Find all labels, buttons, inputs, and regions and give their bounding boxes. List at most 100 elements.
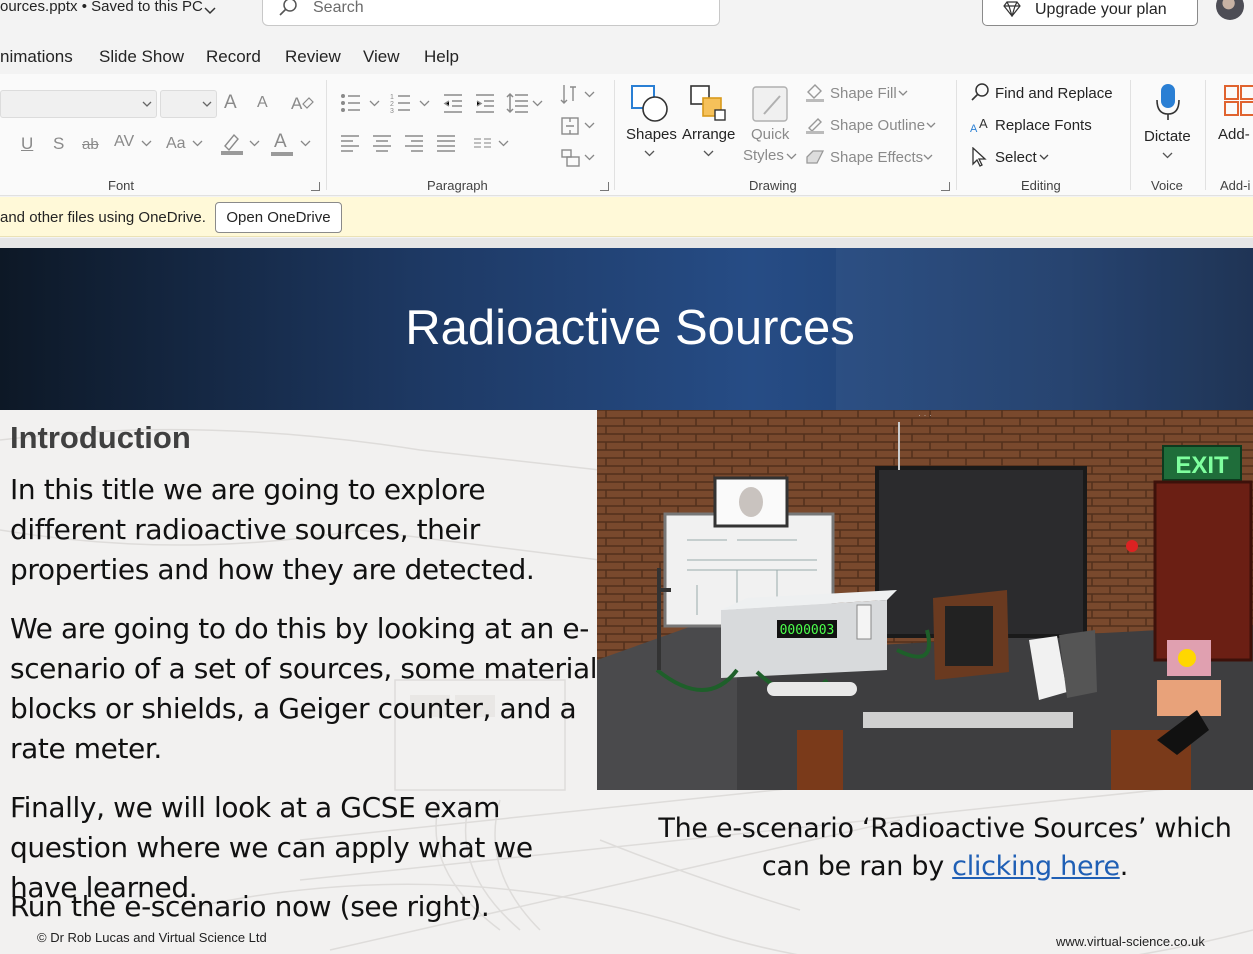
add-ins-button[interactable]: Add- (1212, 80, 1253, 170)
smartart-icon[interactable] (560, 147, 598, 174)
e-scenario-image[interactable]: EXIT 0000003 · · · (597, 410, 1253, 790)
align-center-icon[interactable] (372, 134, 392, 157)
search-placeholder: Search (313, 0, 364, 16)
align-right-icon[interactable] (404, 134, 424, 157)
group-label-editing: Editing (1021, 178, 1061, 193)
onedrive-info-bar: and other files using OneDrive. Open One… (0, 197, 1253, 237)
tab-animations[interactable]: nimations (0, 47, 73, 67)
slide-canvas[interactable]: Radioactive Sources Introduction In this… (0, 248, 1253, 954)
align-text-icon[interactable] (560, 115, 598, 142)
shadow-button[interactable]: S (53, 134, 64, 154)
shape-outline-label: Shape Outline (830, 117, 926, 134)
replace-fonts-label: Replace Fonts (995, 117, 1092, 134)
quick-styles-label-line1: Quick (751, 126, 790, 143)
arrange-button[interactable]: Arrange (682, 80, 738, 170)
underline-button[interactable]: U (21, 134, 33, 154)
svg-text:2: 2 (390, 101, 394, 108)
tab-record[interactable]: Record (206, 47, 261, 67)
find-replace-button[interactable]: Find and Replace (970, 82, 1120, 106)
quick-styles-label-line2: Styles (743, 147, 784, 164)
font-color-bar (271, 152, 293, 156)
find-icon (970, 82, 990, 107)
dictate-button[interactable]: Dictate (1140, 80, 1196, 170)
increase-indent-icon[interactable] (474, 92, 496, 119)
info-bar-message: and other files using OneDrive. (0, 209, 206, 226)
select-button[interactable]: Select (970, 146, 1060, 170)
text-direction-icon[interactable] (560, 83, 598, 112)
shapes-icon (630, 84, 670, 129)
font-name-box[interactable] (0, 90, 157, 118)
shape-outline-button[interactable]: Shape Outline (805, 114, 945, 138)
chevron-down-icon[interactable] (204, 2, 216, 20)
line-spacing-icon[interactable] (506, 92, 546, 119)
align-left-icon[interactable] (340, 134, 360, 157)
shapes-label: Shapes (626, 126, 677, 143)
svg-text:A: A (970, 123, 978, 135)
pencil-icon (805, 114, 825, 139)
font-launcher[interactable] (311, 182, 320, 191)
group-label-font: Font (108, 178, 135, 193)
replace-fonts-icon: AA (970, 114, 992, 141)
grow-font-button[interactable]: A (224, 92, 237, 114)
tab-review[interactable]: Review (285, 47, 341, 67)
shape-effects-button[interactable]: Shape Effects (805, 146, 945, 170)
highlight-icon[interactable] (219, 130, 245, 161)
shapes-button[interactable]: Shapes (624, 80, 677, 170)
change-case-button[interactable]: Aa (166, 135, 186, 153)
caption-end: . (1119, 851, 1129, 882)
separator (326, 80, 327, 190)
group-label-addins: Add-i (1220, 178, 1251, 193)
group-label-drawing: Drawing (749, 178, 797, 193)
upgrade-plan-label: Upgrade your plan (1035, 1, 1167, 18)
add-ins-label: Add- (1218, 126, 1250, 143)
shape-fill-button[interactable]: Shape Fill (805, 82, 945, 106)
clicking-here-link[interactable]: clicking here (952, 851, 1120, 882)
columns-icon[interactable] (472, 134, 512, 157)
user-avatar[interactable] (1216, 0, 1244, 20)
shrink-font-button[interactable]: A (257, 94, 268, 112)
document-filename[interactable]: ources.pptx • Saved to this PC (0, 0, 203, 15)
exit-sign-text: EXIT (1175, 452, 1229, 479)
separator (956, 80, 957, 190)
svg-text:1: 1 (390, 94, 394, 101)
arrange-icon (689, 84, 729, 129)
svg-text:· · ·: · · · (918, 410, 932, 420)
font-color-button[interactable]: A (274, 131, 287, 153)
tab-help[interactable]: Help (424, 47, 459, 67)
microphone-icon (1154, 82, 1182, 127)
strikethrough-button[interactable]: ab (82, 136, 99, 153)
search-box[interactable]: Search (262, 0, 720, 26)
select-label: Select (995, 149, 1037, 166)
paragraph-launcher[interactable] (600, 182, 609, 191)
drawing-launcher[interactable] (941, 182, 950, 191)
separator (1205, 80, 1206, 190)
replace-fonts-button[interactable]: AA Replace Fonts (970, 114, 1120, 138)
tab-slide-show[interactable]: Slide Show (99, 47, 184, 67)
shape-effects-label: Shape Effects (830, 149, 924, 166)
svg-text:A: A (291, 94, 303, 113)
character-spacing-button[interactable]: AV (114, 133, 134, 151)
slide-title[interactable]: Radioactive Sources (0, 300, 1253, 356)
bullets-icon[interactable] (340, 92, 386, 119)
cursor-icon (971, 146, 989, 172)
justify-icon[interactable] (436, 134, 456, 157)
intro-paragraph-4[interactable]: Run the e-scenario now (see right). (10, 887, 600, 927)
search-icon (277, 0, 299, 22)
upgrade-plan-button[interactable]: Upgrade your plan (982, 0, 1198, 26)
intro-paragraph-1[interactable]: In this title we are going to explore di… (10, 470, 600, 590)
title-banner: Radioactive Sources (0, 248, 1253, 410)
open-onedrive-button[interactable]: Open OneDrive (215, 202, 342, 233)
dictate-label: Dictate (1144, 128, 1191, 145)
quick-styles-button[interactable]: Quick Styles (742, 80, 798, 170)
numbering-icon[interactable]: 123 (390, 92, 436, 119)
group-label-paragraph: Paragraph (427, 178, 488, 193)
ribbon: A A A U S ab AV Aa A Font 123 Paragraph … (0, 74, 1253, 196)
font-size-box[interactable] (160, 90, 217, 118)
tab-view[interactable]: View (363, 47, 400, 67)
clear-formatting-icon[interactable]: A (290, 92, 314, 119)
intro-paragraph-2[interactable]: We are going to do this by looking at an… (10, 609, 600, 769)
website-text: www.virtual-science.co.uk (1056, 934, 1205, 949)
introduction-heading[interactable]: Introduction (10, 420, 191, 456)
svg-text:A: A (979, 116, 988, 131)
decrease-indent-icon[interactable] (442, 92, 464, 119)
